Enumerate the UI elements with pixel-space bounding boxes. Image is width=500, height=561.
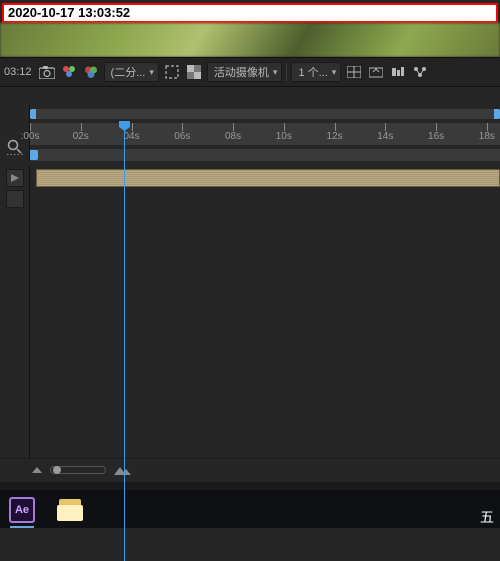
zoom-out-icon[interactable] <box>32 467 42 473</box>
flowchart-icon[interactable] <box>411 63 429 81</box>
ruler-tick-label: 12s <box>326 131 342 142</box>
ae-logo: Ae <box>9 497 35 523</box>
comp-range-bar[interactable] <box>30 149 500 161</box>
camera-label: 活动摄像机 <box>214 64 269 80</box>
ruler-tick-label: 10s <box>276 131 292 142</box>
ruler-tick <box>385 123 386 131</box>
ruler-tick <box>182 123 183 131</box>
timeline-zoom-bar <box>0 458 500 480</box>
time-ruler[interactable]: :00s02s04s06s08s10s12s14s16s18s <box>30 123 500 145</box>
ruler-tick <box>233 123 234 131</box>
ruler-tick-label: 18s <box>479 131 495 142</box>
timeline-icon[interactable] <box>389 63 407 81</box>
tracks-area[interactable] <box>30 166 500 458</box>
work-area-bar[interactable] <box>30 109 500 119</box>
range-in-handle[interactable] <box>30 150 38 160</box>
ruler-tick <box>132 123 133 131</box>
chevron-down-icon: ▾ <box>273 67 278 78</box>
separator <box>286 63 287 81</box>
ruler-tick-label: 08s <box>225 131 241 142</box>
channel-icon[interactable] <box>60 63 78 81</box>
chevron-down-icon: ▾ <box>332 67 337 78</box>
snapshot-icon[interactable] <box>38 63 56 81</box>
folder-icon <box>57 499 83 521</box>
windows-taskbar: Ae 五 <box>0 482 500 528</box>
fast-previews-icon[interactable] <box>367 63 385 81</box>
track-toggle[interactable] <box>6 190 24 208</box>
ruler-tick <box>30 123 31 131</box>
taskbar-divider <box>0 482 500 490</box>
view-layout-icon[interactable] <box>345 63 363 81</box>
ime-indicator[interactable]: 五 <box>478 508 496 526</box>
resolution-label: (二分... <box>111 64 146 80</box>
camera-dropdown[interactable]: 活动摄像机 ▾ <box>207 62 283 82</box>
ruler-tick-label: :00s <box>21 131 40 142</box>
ae-logo-text: Ae <box>15 504 29 516</box>
views-dropdown[interactable]: 1 个... ▾ <box>291 62 341 82</box>
ime-text: 五 <box>480 507 494 527</box>
zoom-in-icon[interactable] <box>114 465 132 475</box>
tracks-header-column <box>0 166 30 458</box>
ruler-tick <box>284 123 285 131</box>
ruler-tick <box>436 123 437 131</box>
chevron-down-icon: ▾ <box>149 67 154 78</box>
transparency-grid-icon[interactable] <box>185 63 203 81</box>
ruler-tick-label: 06s <box>174 131 190 142</box>
timestamp-text: 2020-10-17 13:03:52 <box>8 5 130 20</box>
taskbar-app-explorer[interactable] <box>48 492 92 528</box>
ruler-tick <box>335 123 336 131</box>
viewer-preview <box>0 23 500 57</box>
ruler-tick <box>487 123 488 131</box>
ruler-tick-label: 16s <box>428 131 444 142</box>
views-label: 1 个... <box>298 64 327 80</box>
playhead[interactable] <box>124 123 125 561</box>
rgb-icon[interactable] <box>82 63 100 81</box>
timeline-panel: :00s 02s 04s 06s 08s 10s 12s 14s 16s 18s <box>0 105 500 480</box>
ruler-tick-label: 04s <box>123 131 139 142</box>
timeline-tracks <box>0 166 500 458</box>
timestamp-overlay: 2020-10-17 13:03:52 <box>2 3 498 23</box>
viewer-toolbar: 03:12 (二分... ▾ 活动摄像机 ▾ 1 个... ▾ <box>0 57 500 87</box>
zoom-slider[interactable] <box>50 466 106 474</box>
ruler-tick-label: 02s <box>73 131 89 142</box>
track-toggle[interactable] <box>6 169 24 187</box>
ruler-tick <box>81 123 82 131</box>
timeline-ruler: :00s 02s 04s 06s 08s 10s 12s 14s 16s 18s <box>0 105 500 161</box>
ruler-tick-label: 14s <box>377 131 393 142</box>
roi-icon[interactable] <box>163 63 181 81</box>
layer-bar[interactable] <box>36 169 500 187</box>
taskbar-app-aftereffects[interactable]: Ae <box>0 492 44 528</box>
timecode-display[interactable]: 03:12 <box>2 66 34 78</box>
resolution-dropdown[interactable]: (二分... ▾ <box>104 62 159 82</box>
